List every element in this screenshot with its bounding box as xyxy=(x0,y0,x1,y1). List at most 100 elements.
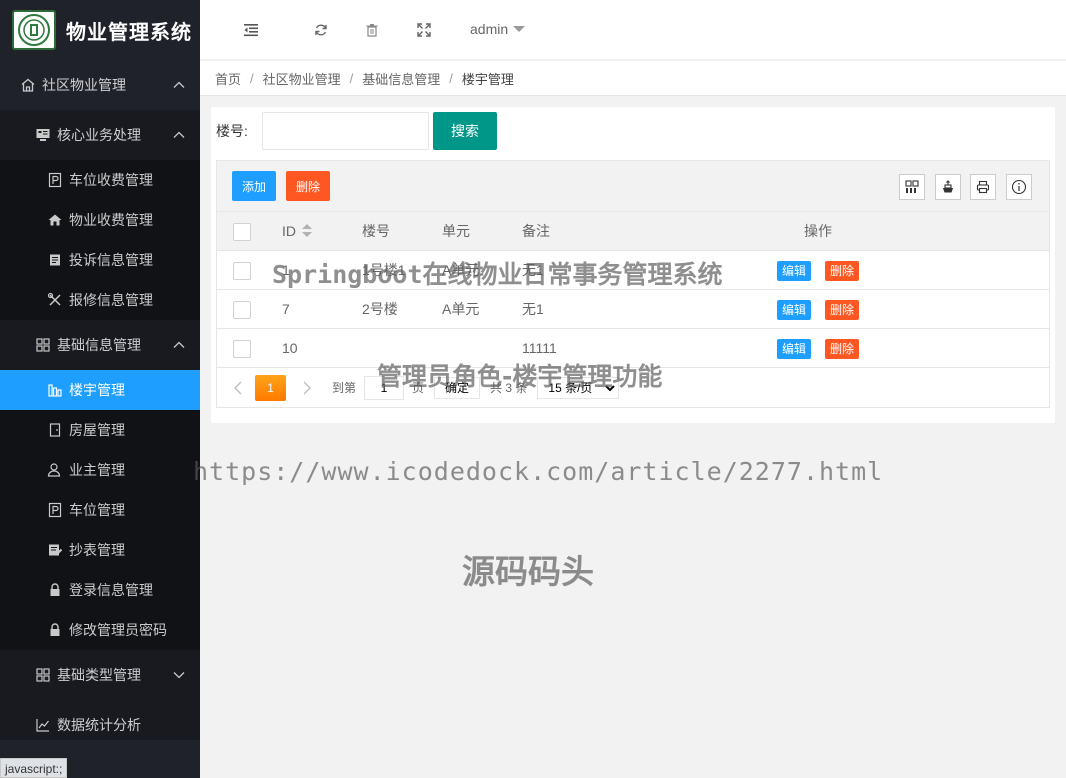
sidebar-group-community[interactable]: 社区物业管理 xyxy=(0,60,200,110)
breadcrumb-current: 楼宇管理 xyxy=(461,71,514,87)
chevron-up-icon xyxy=(172,128,186,142)
page-current[interactable]: 1 xyxy=(255,374,286,401)
breadcrumb-separator: / xyxy=(250,70,254,86)
tools-icon xyxy=(47,292,63,308)
sidebar-item-label: 修改管理员密码 xyxy=(69,622,167,638)
cell-id: 7 xyxy=(282,301,290,317)
select-all-checkbox[interactable] xyxy=(233,223,251,241)
building-icon xyxy=(47,382,63,398)
sidebar-item-label: 物业收费管理 xyxy=(69,212,153,228)
sort-icon[interactable] xyxy=(302,224,312,238)
fullscreen-icon[interactable] xyxy=(415,20,433,40)
table-row: 7 2号楼 A单元 无1 编辑 删除 xyxy=(217,290,1049,329)
sidebar-group-label: 基础类型管理 xyxy=(57,667,141,683)
logo-icon xyxy=(12,10,56,50)
prev-page-icon[interactable] xyxy=(231,381,245,395)
sidebar-item-property-fee[interactable]: 物业收费管理 xyxy=(0,200,200,240)
refresh-icon[interactable] xyxy=(312,20,330,40)
delete-button[interactable]: 删除 xyxy=(825,300,859,320)
user-name: admin xyxy=(470,21,509,37)
total-count: 共 3 条 xyxy=(490,381,528,395)
edit-button[interactable]: 编辑 xyxy=(777,339,811,359)
edit-button[interactable]: 编辑 xyxy=(777,300,811,320)
menu-collapse-icon[interactable] xyxy=(242,20,260,40)
sidebar-group-label: 社区物业管理 xyxy=(42,77,126,93)
sidebar-item-label: 登录信息管理 xyxy=(69,582,153,598)
export-icon[interactable] xyxy=(935,174,961,200)
sidebar: 物业管理系统 社区物业管理 核心业务处理 车位收费管理 物业收费管理 投诉信息管… xyxy=(0,0,200,778)
cell-id: 10 xyxy=(282,340,298,356)
sidebar-item-complaint[interactable]: 投诉信息管理 xyxy=(0,240,200,280)
search-bar: 楼号: 搜索 xyxy=(216,112,497,150)
search-button[interactable]: 搜索 xyxy=(433,112,497,150)
sidebar-item-label: 投诉信息管理 xyxy=(69,252,153,268)
cell-unit: A单元 xyxy=(442,301,480,317)
parking-icon xyxy=(47,502,63,518)
sidebar-item-building[interactable]: 楼宇管理 xyxy=(0,370,200,410)
sidebar-group-core[interactable]: 核心业务处理 xyxy=(0,110,200,160)
table-row: 1 1号楼1 A单元 无1 编辑 删除 xyxy=(217,251,1049,290)
sidebar-item-label: 车位管理 xyxy=(69,502,125,518)
columns-filter-icon[interactable] xyxy=(899,174,925,200)
column-header-actions: 操作 xyxy=(804,223,832,239)
next-page-icon[interactable] xyxy=(300,381,314,395)
user-menu[interactable]: admin xyxy=(470,21,526,37)
column-header-id[interactable]: ID xyxy=(282,212,312,251)
grid-icon xyxy=(35,667,51,683)
sidebar-item-owner[interactable]: 业主管理 xyxy=(0,450,200,490)
lock-icon xyxy=(47,582,63,598)
sidebar-item-parking[interactable]: 车位管理 xyxy=(0,490,200,530)
cell-id: 1 xyxy=(282,262,290,278)
cell-note: 无1 xyxy=(522,301,544,317)
add-button[interactable]: 添加 xyxy=(232,171,277,201)
column-header-note: 备注 xyxy=(522,223,550,239)
column-header-unit: 单元 xyxy=(442,223,470,239)
app-title: 物业管理系统 xyxy=(66,21,192,44)
page-size-select[interactable]: 15 条/页 xyxy=(537,376,620,399)
building-search-input[interactable] xyxy=(262,112,429,150)
batch-delete-button[interactable]: 删除 xyxy=(286,171,331,201)
sidebar-item-house[interactable]: 房屋管理 xyxy=(0,410,200,450)
sidebar-item-label: 报修信息管理 xyxy=(69,292,153,308)
goto-confirm-button[interactable]: 确定 xyxy=(434,376,481,399)
breadcrumb-separator: / xyxy=(449,70,453,86)
cell-building: 2号楼 xyxy=(362,301,398,317)
info-icon[interactable] xyxy=(1006,174,1032,200)
pagination: 1 到第 页 确定 共 3 条 15 条/页 xyxy=(217,368,1049,407)
sidebar-group-label: 数据统计分析 xyxy=(57,717,141,733)
breadcrumb-home[interactable]: 首页 xyxy=(215,69,241,88)
sidebar-item-parking-fee[interactable]: 车位收费管理 xyxy=(0,160,200,200)
delete-button[interactable]: 删除 xyxy=(825,261,859,281)
chevron-down-icon xyxy=(172,668,186,682)
sidebar-group-basic[interactable]: 基础信息管理 xyxy=(0,320,200,370)
top-header: admin xyxy=(200,0,1066,60)
sidebar-item-repair[interactable]: 报修信息管理 xyxy=(0,280,200,320)
delete-button[interactable]: 删除 xyxy=(825,339,859,359)
sidebar-group-type[interactable]: 基础类型管理 xyxy=(0,650,200,700)
edit-button[interactable]: 编辑 xyxy=(777,261,811,281)
column-header-label: ID xyxy=(282,223,296,239)
sidebar-item-label: 楼宇管理 xyxy=(69,382,125,398)
breadcrumb: 首页 / 社区物业管理 / 基础信息管理 / 楼宇管理 xyxy=(200,61,1066,96)
row-checkbox[interactable] xyxy=(233,340,251,358)
cell-building: 1号楼1 xyxy=(362,262,406,278)
breadcrumb-item[interactable]: 基础信息管理 xyxy=(362,69,440,88)
goto-page-input[interactable] xyxy=(364,375,405,400)
sidebar-item-change-password[interactable]: 修改管理员密码 xyxy=(0,610,200,650)
print-icon[interactable] xyxy=(970,174,996,200)
row-checkbox[interactable] xyxy=(233,301,251,319)
cell-note: 无1 xyxy=(522,262,544,278)
watermark-url: https://www.icodedock.com/article/2277.h… xyxy=(193,457,884,486)
user-icon xyxy=(47,462,63,478)
goto-suffix: 页 xyxy=(412,381,425,395)
breadcrumb-item[interactable]: 社区物业管理 xyxy=(263,69,341,88)
grid-icon xyxy=(35,337,51,353)
sidebar-item-meter[interactable]: 抄表管理 xyxy=(0,530,200,570)
row-checkbox[interactable] xyxy=(233,262,251,280)
parking-icon xyxy=(47,172,63,188)
chevron-up-icon xyxy=(172,338,186,352)
table-header: ID 楼号 单元 备注 操作 xyxy=(217,212,1049,251)
sidebar-group-label: 核心业务处理 xyxy=(57,127,141,143)
trash-icon[interactable] xyxy=(363,20,381,40)
sidebar-item-login-info[interactable]: 登录信息管理 xyxy=(0,570,200,610)
